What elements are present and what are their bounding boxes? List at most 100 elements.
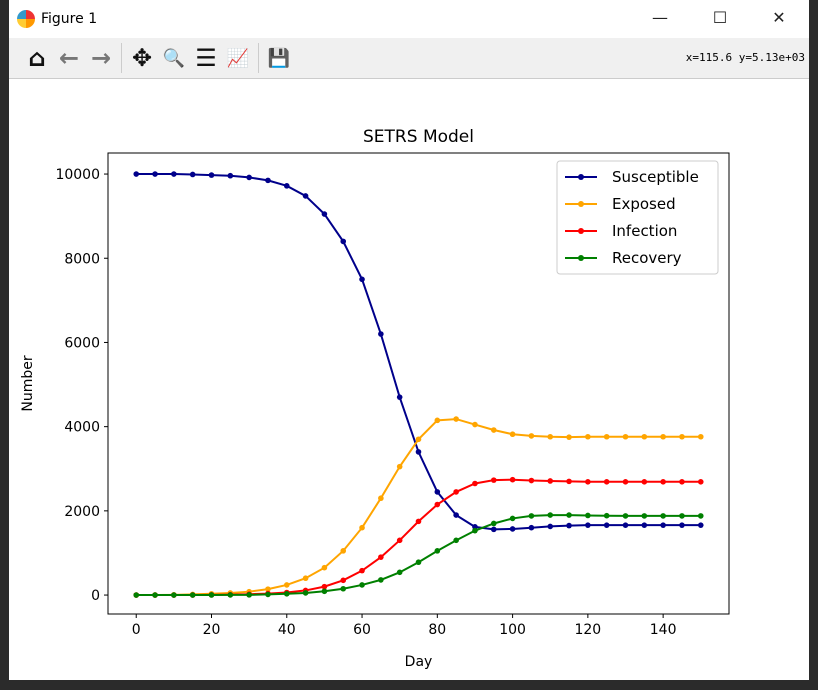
data-point-infection — [396, 537, 403, 544]
data-point-infection — [509, 476, 516, 483]
figure-window: Figure 1 — ☐ ✕ ⌂ ← → ✥ 🔍 ☰ 📈 💾 x=115.6 y… — [9, 0, 809, 680]
data-point-exposed — [641, 433, 648, 440]
data-point-susceptible — [490, 526, 497, 533]
data-point-susceptible — [340, 238, 347, 245]
x-tick-label: 100 — [499, 622, 526, 638]
data-point-infection — [547, 478, 554, 484]
data-point-susceptible — [697, 522, 704, 528]
data-point-susceptible — [641, 522, 648, 528]
data-point-infection — [359, 567, 365, 574]
data-point-infection — [378, 554, 384, 560]
data-point-susceptible — [528, 524, 535, 531]
data-point-infection — [528, 477, 535, 484]
data-point-recovery — [679, 513, 685, 519]
data-point-recovery — [415, 559, 422, 566]
x-axis-label: Day — [405, 654, 433, 670]
legend-label-susceptible: Susceptible — [612, 168, 699, 186]
data-point-recovery — [622, 513, 629, 519]
data-point-exposed — [566, 434, 572, 440]
data-point-susceptible — [434, 489, 441, 495]
data-point-recovery — [509, 515, 516, 522]
data-point-infection — [340, 577, 347, 584]
data-point-exposed — [472, 421, 478, 428]
data-point-infection — [490, 477, 497, 483]
y-tick-label: 4000 — [64, 420, 100, 436]
data-point-susceptible — [603, 522, 610, 528]
data-point-susceptible — [396, 394, 403, 400]
data-point-susceptible — [453, 512, 459, 518]
data-point-recovery — [133, 592, 140, 598]
chart: SETRS Model Day Number 0 20 40 60 80 100 120 140 0 2… — [20, 127, 730, 670]
data-point-recovery — [566, 512, 572, 518]
data-point-recovery — [227, 592, 234, 598]
legend-label-recovery: Recovery — [612, 249, 682, 267]
data-point-susceptible — [415, 449, 422, 455]
data-point-infection — [453, 489, 459, 495]
legend-label-infection: Infection — [612, 222, 677, 240]
data-point-recovery — [265, 591, 271, 598]
data-point-exposed — [547, 433, 554, 440]
y-tick-label: 8000 — [64, 251, 100, 267]
data-point-infection — [585, 479, 591, 485]
y-tick-label: 2000 — [64, 504, 100, 520]
data-point-recovery — [152, 592, 158, 598]
data-point-recovery — [321, 588, 328, 595]
data-point-susceptible — [359, 276, 365, 283]
data-point-exposed — [585, 433, 591, 440]
data-point-exposed — [528, 433, 535, 439]
data-point-infection — [660, 479, 666, 485]
data-point-infection — [697, 479, 704, 485]
data-point-recovery — [472, 527, 478, 534]
y-axis-label: Number — [20, 355, 36, 411]
x-tick-label: 40 — [278, 622, 296, 638]
data-point-susceptible — [302, 193, 309, 199]
data-point-exposed — [603, 433, 610, 440]
x-tick-label: 60 — [353, 622, 371, 638]
data-point-susceptible — [509, 526, 516, 532]
data-point-recovery — [396, 569, 403, 576]
data-point-susceptible — [585, 522, 591, 528]
x-tick-label: 140 — [650, 622, 677, 638]
data-point-susceptible — [152, 171, 158, 177]
data-point-recovery — [585, 512, 591, 519]
data-point-recovery — [490, 520, 497, 527]
data-point-exposed — [302, 575, 309, 582]
data-point-susceptible — [566, 522, 572, 529]
data-point-infection — [641, 479, 648, 485]
legend-marker-exposed — [578, 201, 584, 207]
data-point-recovery — [189, 592, 196, 598]
data-point-susceptible — [660, 522, 666, 528]
data-point-exposed — [359, 524, 365, 531]
data-point-infection — [472, 480, 478, 487]
data-point-susceptible — [622, 522, 629, 528]
y-tick-label: 0 — [91, 588, 100, 604]
data-point-susceptible — [265, 177, 271, 184]
data-point-exposed — [340, 548, 347, 554]
data-point-exposed — [396, 463, 403, 470]
data-point-susceptible — [189, 171, 196, 178]
data-point-susceptible — [283, 183, 290, 189]
data-point-recovery — [434, 548, 441, 554]
x-tick-label: 80 — [428, 622, 446, 638]
data-point-exposed — [679, 433, 685, 440]
data-point-exposed — [321, 564, 328, 571]
data-point-recovery — [302, 590, 309, 596]
data-point-recovery — [378, 577, 384, 583]
data-point-infection — [566, 478, 572, 485]
data-point-exposed — [509, 431, 516, 438]
data-point-recovery — [603, 512, 610, 519]
legend-marker-infection — [578, 228, 584, 234]
data-point-susceptible — [378, 331, 384, 337]
data-point-recovery — [359, 582, 365, 588]
data-point-recovery — [208, 592, 215, 598]
data-point-exposed — [283, 582, 290, 588]
data-point-recovery — [547, 512, 554, 518]
data-point-recovery — [340, 585, 347, 592]
y-tick-label: 10000 — [55, 167, 100, 183]
data-point-susceptible — [208, 172, 215, 178]
data-point-exposed — [622, 433, 629, 440]
data-point-susceptible — [133, 171, 140, 177]
data-point-exposed — [415, 436, 422, 443]
y-tick-label: 6000 — [64, 335, 100, 351]
data-point-exposed — [660, 433, 666, 440]
